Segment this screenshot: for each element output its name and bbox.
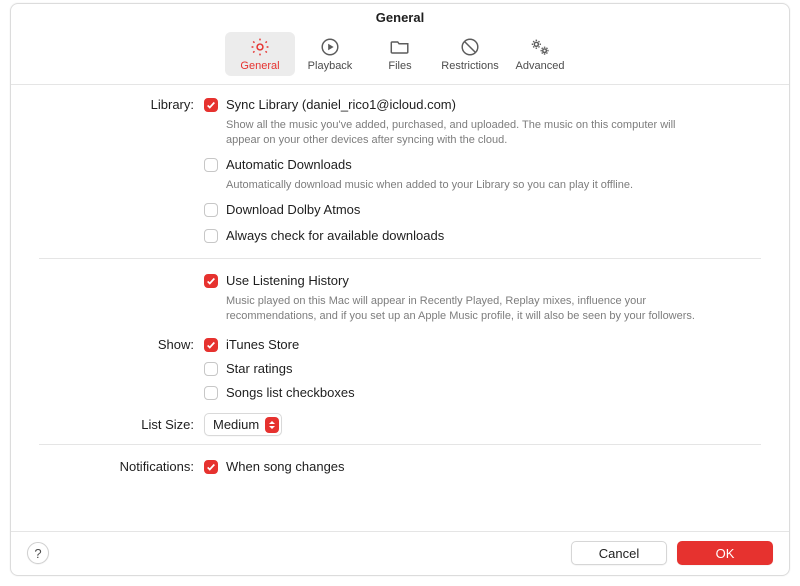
divider — [39, 258, 761, 259]
help-button[interactable]: ? — [27, 542, 49, 564]
tab-label: Restrictions — [441, 60, 498, 72]
list-size-select[interactable]: Medium — [204, 413, 282, 436]
show-label: Show: — [39, 335, 204, 352]
check-available-downloads-label: Always check for available downloads — [226, 226, 444, 246]
check-available-downloads-checkbox[interactable] — [204, 229, 218, 243]
itunes-store-checkbox[interactable] — [204, 338, 218, 352]
preferences-window: General General Playback Files Restricti… — [10, 3, 790, 576]
songs-list-checkboxes-checkbox[interactable] — [204, 386, 218, 400]
star-ratings-label: Star ratings — [226, 359, 292, 379]
star-ratings-checkbox[interactable] — [204, 362, 218, 376]
sync-library-checkbox[interactable] — [204, 98, 218, 112]
tab-label: General — [240, 60, 279, 72]
tab-general[interactable]: General — [225, 32, 295, 76]
cancel-button[interactable]: Cancel — [571, 541, 667, 565]
prohibit-icon — [459, 36, 481, 58]
download-dolby-atmos-label: Download Dolby Atmos — [226, 200, 360, 220]
download-dolby-atmos-checkbox[interactable] — [204, 203, 218, 217]
list-size-value: Medium — [213, 417, 259, 432]
play-circle-icon — [319, 36, 341, 58]
tab-advanced[interactable]: Advanced — [505, 32, 575, 76]
automatic-downloads-label: Automatic Downloads — [226, 155, 352, 175]
when-song-changes-checkbox[interactable] — [204, 460, 218, 474]
gear-icon — [249, 36, 271, 58]
sync-library-label: Sync Library (daniel_rico1@icloud.com) — [226, 95, 456, 115]
ok-button[interactable]: OK — [677, 541, 773, 565]
library-label: Library: — [39, 95, 204, 112]
gears-icon — [528, 36, 552, 58]
window-title: General — [11, 4, 789, 28]
prefs-toolbar: General Playback Files Restrictions Adva… — [11, 28, 789, 85]
tab-restrictions[interactable]: Restrictions — [435, 32, 505, 76]
tab-files[interactable]: Files — [365, 32, 435, 76]
itunes-store-label: iTunes Store — [226, 335, 299, 355]
tab-label: Playback — [308, 60, 353, 72]
list-size-label: List Size: — [39, 417, 204, 432]
content-area: Library: Sync Library (daniel_rico1@iclo… — [11, 85, 789, 531]
automatic-downloads-checkbox[interactable] — [204, 158, 218, 172]
tab-label: Advanced — [516, 60, 565, 72]
folder-icon — [389, 36, 411, 58]
notifications-label: Notifications: — [39, 457, 204, 474]
chevron-up-down-icon — [265, 417, 279, 433]
tab-playback[interactable]: Playback — [295, 32, 365, 76]
songs-list-checkboxes-label: Songs list checkboxes — [226, 383, 355, 403]
divider — [39, 444, 761, 445]
use-listening-history-label: Use Listening History — [226, 271, 349, 291]
footer: ? Cancel OK — [11, 531, 789, 575]
tab-label: Files — [388, 60, 411, 72]
sync-library-description: Show all the music you've added, purchas… — [226, 118, 706, 148]
use-listening-history-checkbox[interactable] — [204, 274, 218, 288]
automatic-downloads-description: Automatically download music when added … — [226, 178, 706, 193]
when-song-changes-label: When song changes — [226, 457, 345, 477]
use-listening-history-description: Music played on this Mac will appear in … — [226, 294, 706, 324]
